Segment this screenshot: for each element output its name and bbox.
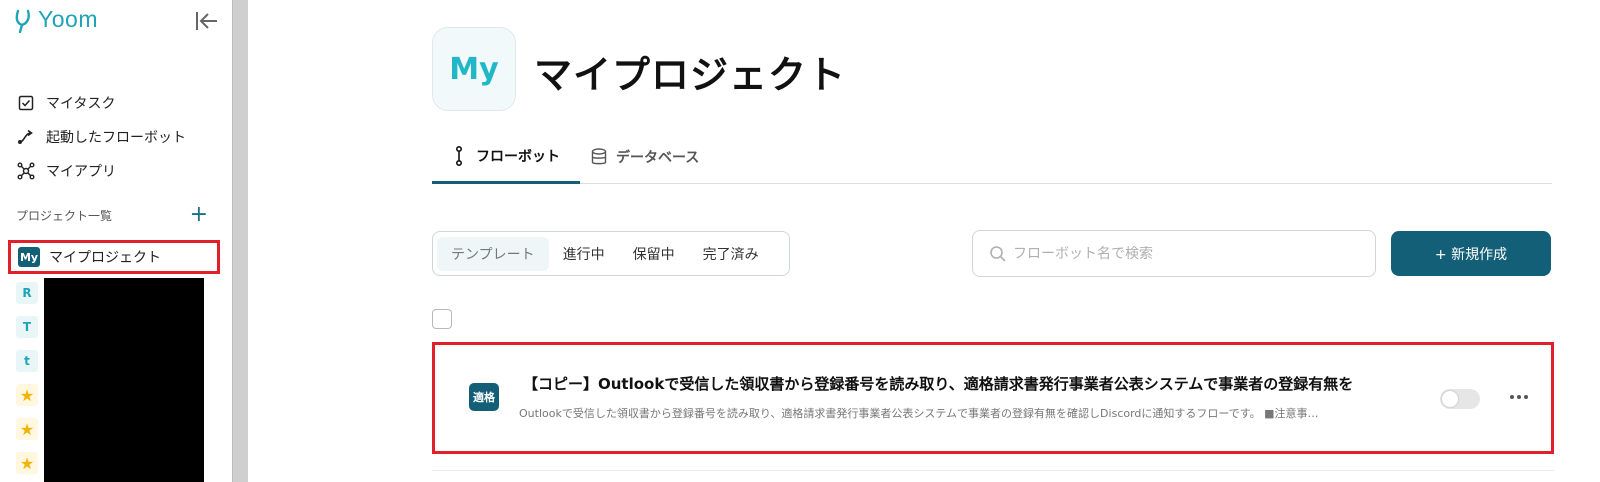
divider (432, 470, 1554, 471)
filter-in-progress[interactable]: 進行中 (549, 237, 619, 271)
nav-item-label: マイタスク (46, 96, 116, 112)
nav-item-my-apps[interactable]: マイアプリ (16, 154, 186, 188)
select-all-checkbox[interactable] (432, 309, 452, 329)
project-icon: My (432, 27, 516, 111)
filter-on-hold[interactable]: 保留中 (619, 237, 689, 271)
more-options-icon[interactable] (1505, 385, 1533, 409)
status-filter-group: テンプレート 進行中 保留中 完了済み (432, 231, 790, 276)
project-item-my-project[interactable]: My マイプロジェクト (8, 240, 220, 274)
page-title: マイプロジェクト (534, 53, 847, 97)
checkbox-icon (16, 93, 36, 113)
star-icon[interactable]: ★ (16, 418, 38, 440)
collapse-left-icon (196, 12, 217, 30)
dot (1510, 395, 1514, 399)
nav-item-label: 起動したフローボット (46, 130, 186, 146)
app-root: Yoom マイタスク 起動したフローボット マイアプリ プロジェクト一覧 + M… (0, 0, 1600, 482)
nav-item-my-tasks[interactable]: マイタスク (16, 86, 186, 120)
search-input[interactable] (1013, 245, 1363, 262)
project-item-t-lower[interactable]: t (16, 350, 38, 372)
nav-item-label: マイアプリ (46, 164, 116, 180)
collapse-sidebar-button[interactable] (194, 8, 220, 34)
tab-flowbot[interactable]: フローボット (432, 130, 580, 184)
project-list-title: プロジェクト一覧 (16, 208, 113, 223)
flowbot-enable-toggle[interactable] (1440, 389, 1480, 409)
project-list: R T t ★ ★ ★ (16, 282, 38, 482)
new-flowbot-button[interactable]: + 新規作成 (1391, 231, 1551, 276)
project-item-r[interactable]: R (16, 282, 38, 304)
flowbot-description: Outlookで受信した領収書から登録番号を読み取り、適格請求書発行事業者公表シ… (519, 407, 1319, 420)
flow-arrow-icon (16, 127, 36, 147)
sidebar-scrollbar[interactable] (232, 0, 248, 482)
database-icon (590, 148, 608, 166)
flowbot-icon (450, 145, 468, 166)
logo-text: Yoom (38, 6, 98, 32)
star-icon[interactable]: ★ (16, 384, 38, 406)
search-box (972, 230, 1376, 277)
filter-completed[interactable]: 完了済み (689, 237, 773, 271)
sidebar-nav: マイタスク 起動したフローボット マイアプリ (16, 86, 186, 188)
toggle-knob (1442, 391, 1458, 407)
redacted-area (44, 278, 204, 482)
tab-database[interactable]: データベース (590, 130, 699, 184)
nav-item-launched-flowbots[interactable]: 起動したフローボット (16, 120, 186, 154)
project-item-t[interactable]: T (16, 316, 38, 338)
star-icon[interactable]: ★ (16, 452, 38, 474)
search-icon (990, 245, 1006, 262)
filter-template[interactable]: テンプレート (437, 236, 549, 271)
flowbot-type-badge: 適格 (469, 383, 499, 411)
flowbot-card[interactable]: 適格 【コピー】Outlookで受信した領収書から登録番号を読み取り、適格請求書… (432, 342, 1554, 454)
tab-label: フローボット (476, 148, 560, 165)
app-network-icon (16, 161, 36, 181)
dot (1517, 395, 1521, 399)
project-list-header: プロジェクト一覧 + (16, 204, 208, 226)
project-badge: My (18, 247, 40, 267)
project-label: マイプロジェクト (49, 250, 161, 266)
flowbot-title: 【コピー】Outlookで受信した領収書から登録番号を読み取り、適格請求書発行事… (523, 375, 1354, 393)
sidebar: Yoom マイタスク 起動したフローボット マイアプリ プロジェクト一覧 + M… (0, 0, 232, 482)
yoom-logo-icon (15, 9, 30, 33)
add-project-button[interactable]: + (190, 204, 208, 226)
tab-bar: フローボット データベース (432, 130, 1552, 184)
dot (1524, 395, 1528, 399)
tab-label: データベース (616, 150, 700, 166)
logo[interactable]: Yoom (12, 6, 98, 33)
main-content: My マイプロジェクト フローボット データベース テンプレート 進行中 保留中… (248, 0, 1600, 482)
